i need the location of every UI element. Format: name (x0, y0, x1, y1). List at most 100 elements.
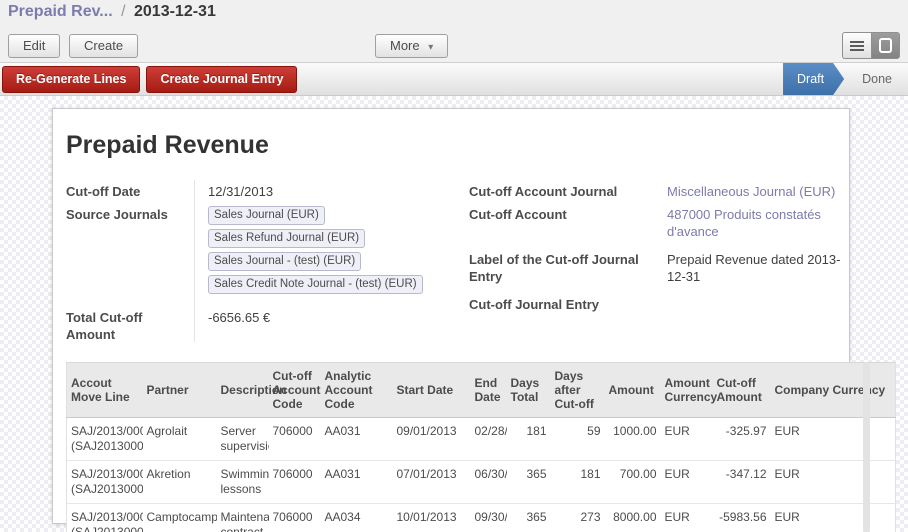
cell-analytic-account-code: AA031 (321, 461, 393, 504)
column-header: Company Currency (771, 363, 896, 418)
cell-days-after-cutoff: 273 (551, 504, 605, 532)
cell-company-currency: EUR (771, 504, 896, 532)
cell-days-after-cutoff: 181 (551, 461, 605, 504)
total-cutoff-amount-value: -6656.65 € (208, 306, 466, 346)
cutoff-account-journal-link[interactable]: Miscellaneous Journal (EUR) (667, 180, 841, 203)
cell-description: Swimming lessons (217, 461, 269, 504)
cutoff-date-value: 12/31/2013 (208, 180, 466, 203)
more-menu: More ▾ (375, 34, 448, 58)
table-body: SAJ/2013/0001 (SAJ20130001) Agrolait Ser… (67, 418, 896, 532)
journal-entry-label-value: Prepaid Revenue dated 2013-12-31 (667, 248, 841, 288)
column-header: Description (217, 363, 269, 418)
column-header: Days Total (507, 363, 551, 418)
status-bar: Re-Generate Lines Create Journal Entry D… (0, 62, 908, 96)
breadcrumb: Prepaid Rev... / 2013-12-31 (8, 3, 216, 21)
column-header: Amount (605, 363, 661, 418)
cell-days-total: 365 (507, 461, 551, 504)
table-row[interactable]: SAJ/2013/0002 (SAJ20130002) Camptocamp M… (67, 504, 896, 532)
cutoff-account-label: Cut-off Account (469, 203, 667, 243)
column-header: End Date (471, 363, 507, 418)
cell-amount-currency: EUR (661, 504, 713, 532)
workflow-state: Done (846, 63, 908, 95)
cell-analytic-account-code: AA034 (321, 504, 393, 532)
cutoff-account-link[interactable]: 487000 Produits constatés d'avance (667, 203, 841, 243)
cell-cutoff-amount: -5983.56 (713, 504, 771, 532)
source-journal-tags: Sales Journal (EUR) Sales Refund Journal… (208, 206, 460, 298)
total-cutoff-amount-label: Total Cut-off Amount (66, 306, 194, 346)
journal-tag: Sales Journal - (test) (EUR) (208, 252, 361, 271)
cell-partner: Agrolait (143, 418, 217, 461)
cell-end-date: 09/30/2014 (471, 504, 507, 532)
page-title: Prepaid Revenue (66, 131, 849, 160)
action-buttons: Re-Generate Lines Create Journal Entry (0, 66, 303, 93)
list-view-button[interactable] (842, 32, 871, 59)
cell-days-after-cutoff: 59 (551, 418, 605, 461)
breadcrumb-separator: / (117, 3, 129, 20)
cutoff-date-label: Cut-off Date (66, 180, 194, 203)
column-header: Analytic Account Code (321, 363, 393, 418)
cell-company-currency: EUR (771, 418, 896, 461)
cell-cutoff-account-code: 706000 (269, 418, 321, 461)
cutoff-account-journal-label: Cut-off Account Journal (469, 180, 667, 203)
cutoff-lines-table: Accout Move Line Partner Description Cut… (66, 362, 896, 532)
chevron-down-icon: ▾ (428, 42, 433, 53)
cell-days-total: 365 (507, 504, 551, 532)
breadcrumb-current: 2013-12-31 (134, 3, 216, 20)
column-header: Start Date (393, 363, 471, 418)
cell-cutoff-account-code: 706000 (269, 461, 321, 504)
cutoff-lines-table-zone: Accout Move Line Partner Description Cut… (66, 362, 849, 532)
record-toolbar: Edit Create (8, 34, 143, 58)
column-header: Partner (143, 363, 217, 418)
workflow-states: Draft Done (783, 63, 908, 95)
action-button[interactable]: Create Journal Entry (146, 66, 297, 93)
top-bar: Prepaid Rev... / 2013-12-31 Edit Create … (0, 0, 908, 62)
column-header: Cut-off Amount (713, 363, 771, 418)
cell-start-date: 07/01/2013 (393, 461, 471, 504)
view-switcher (842, 32, 900, 59)
source-journals-value: Sales Journal (EUR) Sales Refund Journal… (208, 203, 466, 301)
cell-cutoff-amount: -347.12 (713, 461, 771, 504)
journal-entry-label-label: Label of the Cut-off Journal Entry (469, 248, 667, 288)
cell-amount-currency: EUR (661, 461, 713, 504)
cell-analytic-account-code: AA031 (321, 418, 393, 461)
form-right-column: Cut-off Account Journal Miscellaneous Jo… (469, 180, 841, 346)
cell-days-total: 181 (507, 418, 551, 461)
cell-amount: 8000.00 (605, 504, 661, 532)
table-row[interactable]: SAJ/2013/0003 (SAJ20130003) Akretion Swi… (67, 461, 896, 504)
workflow-state: Draft (783, 63, 844, 95)
column-header: Cut-off Account Code (269, 363, 321, 418)
cell-amount: 1000.00 (605, 418, 661, 461)
column-header: Amount Currency (661, 363, 713, 418)
vertical-scrollbar[interactable] (863, 362, 870, 532)
cell-company-currency: EUR (771, 461, 896, 504)
form-fields: Cut-off Date 12/31/2013 Source Journals … (66, 180, 849, 346)
cell-end-date: 02/28/2014 (471, 418, 507, 461)
cell-partner: Akretion (143, 461, 217, 504)
journal-tag: Sales Refund Journal (EUR) (208, 229, 365, 248)
source-journals-label: Source Journals (66, 203, 194, 301)
content-background: Prepaid Revenue Cut-off Date 12/31/2013 … (0, 96, 908, 532)
action-button[interactable]: Re-Generate Lines (2, 66, 140, 93)
cell-start-date: 10/01/2013 (393, 504, 471, 532)
table-header: Accout Move Line Partner Description Cut… (67, 363, 896, 418)
list-icon (850, 41, 864, 51)
cell-move-line: SAJ/2013/0003 (SAJ20130003) (67, 461, 143, 504)
breadcrumb-parent-link[interactable]: Prepaid Rev... (8, 3, 113, 20)
cell-cutoff-amount: -325.97 (713, 418, 771, 461)
form-icon (879, 38, 892, 53)
cutoff-journal-entry-value (667, 293, 841, 316)
cell-move-line: SAJ/2013/0002 (SAJ20130002) (67, 504, 143, 532)
journal-tag: Sales Journal (EUR) (208, 206, 325, 225)
form-left-column: Cut-off Date 12/31/2013 Source Journals … (66, 180, 466, 346)
cell-move-line: SAJ/2013/0001 (SAJ20130001) (67, 418, 143, 461)
column-header: Days after Cut-off (551, 363, 605, 418)
form-view-button[interactable] (871, 32, 900, 59)
table-row[interactable]: SAJ/2013/0001 (SAJ20130001) Agrolait Ser… (67, 418, 896, 461)
create-button[interactable]: Create (69, 34, 138, 58)
cell-amount-currency: EUR (661, 418, 713, 461)
edit-button[interactable]: Edit (8, 34, 60, 58)
cell-description: Maintenance contract (217, 504, 269, 532)
more-button-label: More (390, 38, 420, 53)
cell-partner: Camptocamp (143, 504, 217, 532)
more-button[interactable]: More ▾ (375, 34, 448, 58)
